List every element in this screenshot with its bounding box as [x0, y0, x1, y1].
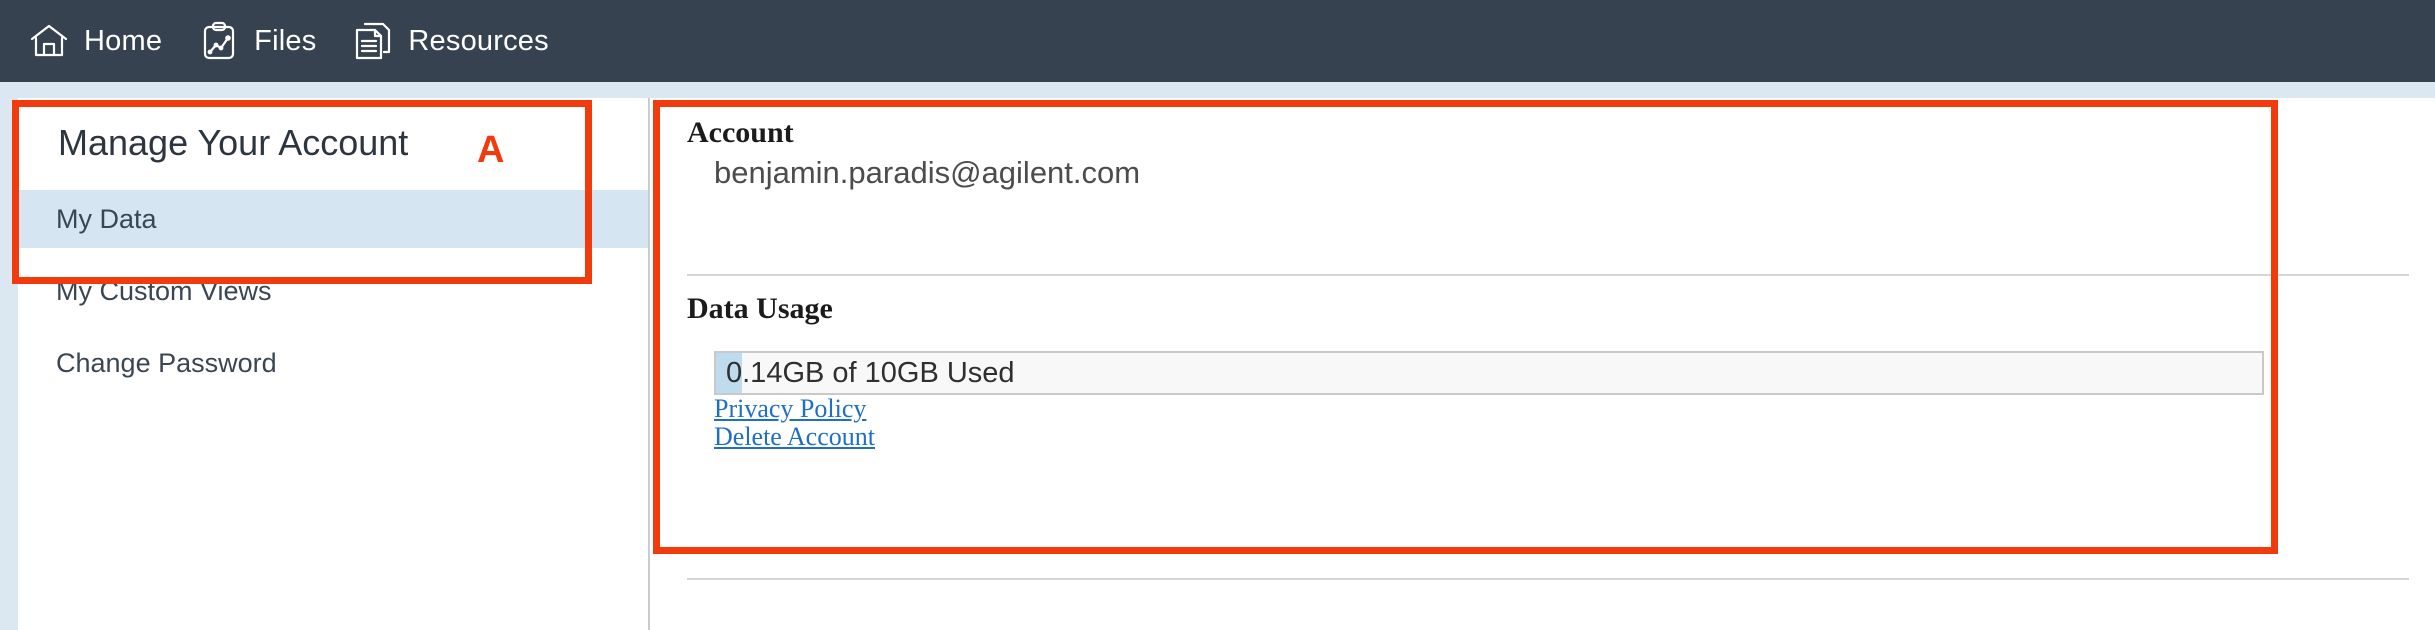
data-usage-progress-bar: 0.14GB of 10GB Used [714, 351, 2264, 395]
sidebar-item-label: My Custom Views [56, 275, 272, 306]
data-usage-label: 0.14GB of 10GB Used [726, 356, 1015, 389]
account-sidebar-panel: Manage Your Account My Data My Custom Vi… [18, 98, 650, 630]
nav-item-home-label: Home [84, 24, 163, 57]
clipboard-chart-icon [198, 20, 240, 62]
documents-icon [352, 20, 394, 62]
nav-item-files[interactable]: Files [180, 0, 334, 82]
sidebar-menu: My Data My Custom Views Change Password [18, 190, 648, 392]
nav-item-files-label: Files [254, 24, 317, 57]
sidebar-item-my-data[interactable]: My Data [18, 190, 648, 248]
data-usage-section-heading: Data Usage [687, 292, 833, 325]
section-divider [687, 578, 2409, 580]
left-rail [0, 98, 18, 630]
nav-item-home[interactable]: Home [10, 0, 180, 82]
nav-item-resources[interactable]: Resources [334, 0, 566, 82]
account-content-panel: Account benjamin.paradis@agilent.com Dat… [652, 98, 2435, 630]
section-divider [687, 274, 2409, 276]
account-email-value: benjamin.paradis@agilent.com [714, 155, 1141, 190]
delete-account-link[interactable]: Delete Account [714, 422, 875, 452]
nav-item-resources-label: Resources [408, 24, 549, 57]
top-navigation-bar: Home Files Resources [0, 0, 2435, 82]
page-body: Manage Your Account My Data My Custom Vi… [0, 98, 2435, 630]
sidebar-item-my-custom-views[interactable]: My Custom Views [18, 262, 648, 320]
page-title: Manage Your Account [58, 122, 409, 163]
page-band [0, 82, 2435, 98]
home-icon [28, 20, 70, 62]
account-section-heading: Account [687, 116, 794, 149]
sidebar-item-label: Change Password [56, 347, 277, 378]
sidebar-item-change-password[interactable]: Change Password [18, 334, 648, 392]
privacy-policy-link[interactable]: Privacy Policy [714, 394, 866, 424]
sidebar-item-label: My Data [56, 203, 157, 234]
